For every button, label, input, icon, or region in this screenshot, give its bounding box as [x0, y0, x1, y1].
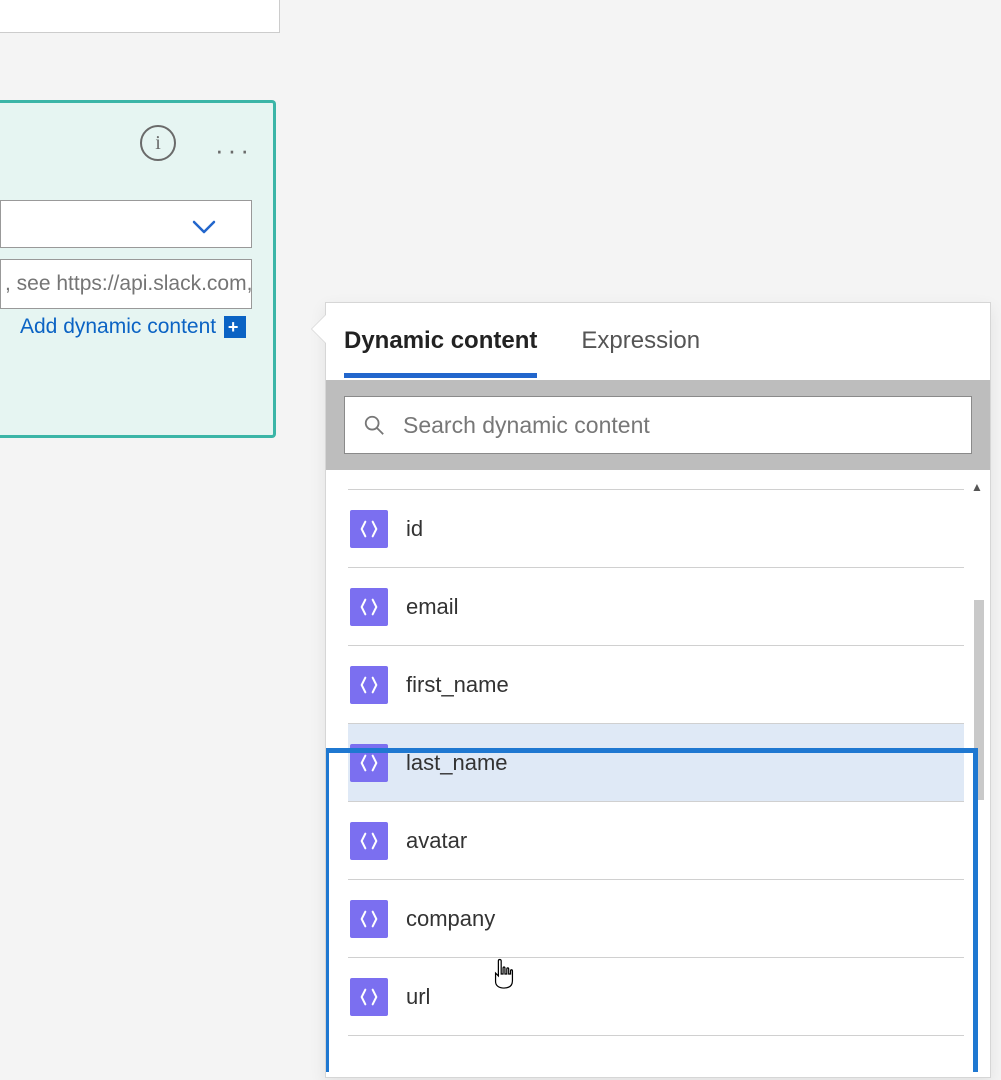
card-header: i ···: [0, 103, 273, 183]
search-icon: [363, 414, 385, 436]
scroll-thumb[interactable]: [974, 600, 984, 800]
search-bar-wrap: Search dynamic content: [326, 380, 990, 470]
popover-caret: [312, 315, 326, 343]
scroll-up-arrow[interactable]: ▲: [970, 480, 984, 494]
dynamic-content-item[interactable]: company: [348, 880, 964, 958]
plus-icon: +: [224, 316, 246, 338]
dynamic-content-item-label: url: [406, 984, 430, 1010]
dynamic-content-item[interactable]: email: [348, 568, 964, 646]
dynamic-content-popover: Dynamic content Expression Search dynami…: [325, 302, 991, 1078]
token-icon: [350, 978, 388, 1016]
partial-card-top: [0, 0, 280, 33]
add-dynamic-content-link[interactable]: Add dynamic content +: [20, 315, 246, 339]
tab-dynamic-content[interactable]: Dynamic content: [344, 327, 537, 378]
chevron-down-icon: [192, 217, 216, 231]
token-icon: [350, 900, 388, 938]
dynamic-content-item[interactable]: first_name: [348, 646, 964, 724]
add-dynamic-content-label: Add dynamic content: [20, 315, 216, 339]
info-icon[interactable]: i: [140, 125, 176, 161]
scrollbar[interactable]: ▲: [970, 480, 984, 1060]
token-icon: [350, 510, 388, 548]
token-icon: [350, 588, 388, 626]
dynamic-content-item-label: first_name: [406, 672, 509, 698]
channel-dropdown[interactable]: [0, 200, 252, 248]
message-text-input[interactable]: , see https://api.slack.com,: [0, 259, 252, 309]
dynamic-content-item[interactable]: last_name: [348, 724, 964, 802]
dynamic-content-item-label: email: [406, 594, 459, 620]
dynamic-content-item[interactable]: id: [348, 490, 964, 568]
token-icon: [350, 744, 388, 782]
token-icon: [350, 666, 388, 704]
tab-expression[interactable]: Expression: [581, 327, 700, 378]
dynamic-content-item-label: last_name: [406, 750, 508, 776]
dynamic-content-item-label: company: [406, 906, 495, 932]
dynamic-content-item[interactable]: total_pages: [348, 470, 964, 490]
dynamic-content-item-label: avatar: [406, 828, 467, 854]
token-icon: [350, 822, 388, 860]
message-text-placeholder: , see https://api.slack.com,: [5, 272, 252, 296]
dynamic-content-item[interactable]: avatar: [348, 802, 964, 880]
more-icon[interactable]: ···: [215, 135, 253, 166]
search-input[interactable]: Search dynamic content: [344, 396, 972, 454]
slack-action-card: i ··· , see https://api.slack.com, Add d…: [0, 100, 276, 438]
dynamic-content-item-label: id: [406, 516, 423, 542]
dynamic-content-item[interactable]: url: [348, 958, 964, 1036]
popover-tabs: Dynamic content Expression: [326, 303, 990, 378]
search-placeholder: Search dynamic content: [403, 412, 650, 439]
dynamic-content-list: total_pagesid email first_name last_nameava…: [326, 470, 990, 1072]
